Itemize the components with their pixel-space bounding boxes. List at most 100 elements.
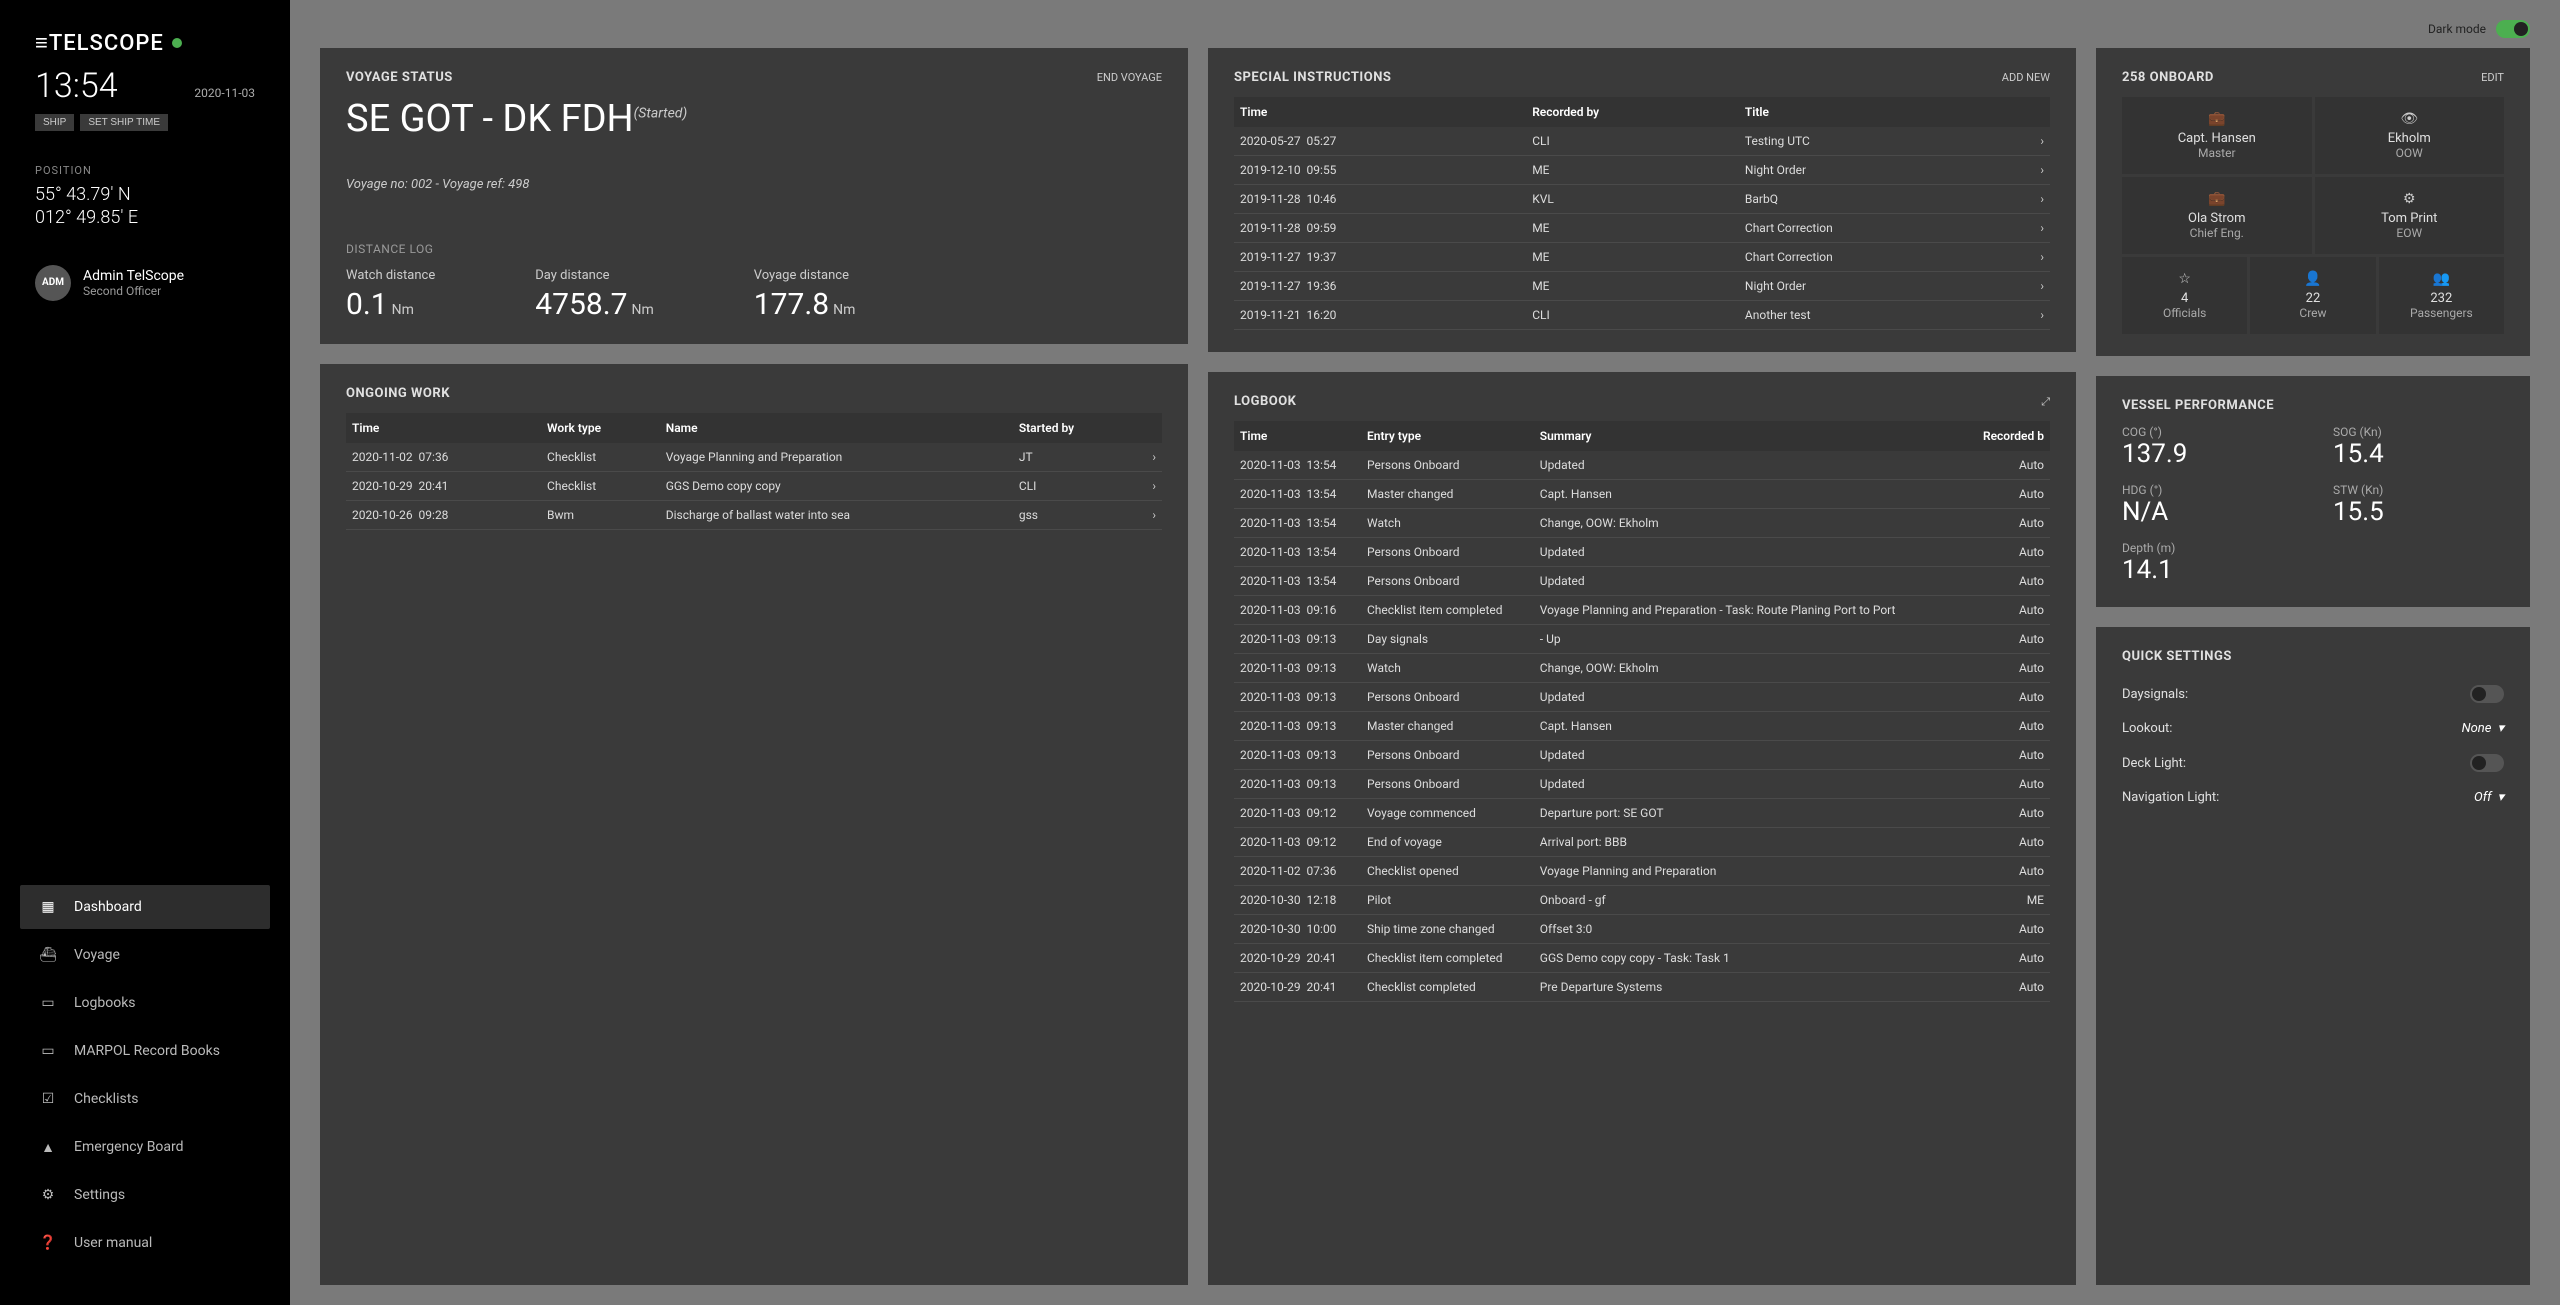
logbook-row[interactable]: 2020-11-03 09:13Persons OnboardUpdatedAu…	[1234, 683, 2050, 712]
logbook-row[interactable]: 2020-11-03 13:54Persons OnboardUpdatedAu…	[1234, 538, 2050, 567]
chevron-right-icon: ›	[2008, 156, 2050, 185]
edit-onboard-button[interactable]: EDIT	[2481, 71, 2504, 84]
set-ship-time-button[interactable]: SET SHIP TIME	[80, 114, 168, 131]
position-lat: 55° 43.79' N	[35, 183, 255, 206]
user-row[interactable]: ADM Admin TelScope Second Officer	[0, 245, 290, 321]
crew-card[interactable]: 👁EkholmOOW	[2315, 97, 2505, 174]
col-by: Recorded by	[1526, 97, 1739, 127]
instruction-row[interactable]: 2019-12-10 09:55MENight Order›	[1234, 156, 2050, 185]
crew-card[interactable]: 💼Ola StromChief Eng.	[2122, 177, 2312, 254]
nav-marpol[interactable]: ▭ MARPOL Record Books	[20, 1029, 270, 1073]
nav-checklists-label: Checklists	[74, 1091, 139, 1107]
nav-manual[interactable]: ❓ User manual	[20, 1221, 270, 1265]
warning-icon: ▲	[38, 1137, 58, 1157]
logbook-row[interactable]: 2020-11-03 13:54WatchChange, OOW: Ekholm…	[1234, 509, 2050, 538]
col-summary: Summary	[1534, 421, 1965, 451]
check-icon: ☑	[38, 1089, 58, 1109]
logbook-row[interactable]: 2020-11-02 07:36Checklist openedVoyage P…	[1234, 857, 2050, 886]
records-icon: ▭	[38, 1041, 58, 1061]
crew-card[interactable]: 💼Capt. HansenMaster	[2122, 97, 2312, 174]
crew-card[interactable]: ⚙Tom PrintEOW	[2315, 177, 2505, 254]
nav-logbooks[interactable]: ▭ Logbooks	[20, 981, 270, 1025]
logbook-row[interactable]: 2020-11-03 09:13Master changedCapt. Hans…	[1234, 712, 2050, 741]
logbook-expand-icon[interactable]: ⤢	[2041, 395, 2050, 409]
logbook-row[interactable]: 2020-11-03 13:54Persons OnboardUpdatedAu…	[1234, 567, 2050, 596]
voyage-route: SE GOT - DK FDH(Started)	[346, 97, 1162, 141]
onboard-panel: 258 ONBOARD EDIT 💼Capt. HansenMaster👁Ekh…	[2096, 48, 2530, 356]
logbook-row[interactable]: 2020-11-03 09:12Voyage commencedDepartur…	[1234, 799, 2050, 828]
brand-logo: ≡TELSCOPE	[0, 30, 290, 66]
ship-button[interactable]: SHIP	[35, 114, 74, 131]
position-label: POSITION	[35, 164, 255, 177]
briefcase-icon: 💼	[2132, 111, 2302, 127]
voyage-status-panel: VOYAGE STATUS END VOYAGE SE GOT - DK FDH…	[320, 48, 1188, 344]
lookout-select[interactable]: None ▾	[2462, 721, 2504, 736]
avatar: ADM	[35, 265, 71, 301]
logbook-row[interactable]: 2020-10-30 12:18PilotOnboard - gfME	[1234, 886, 2050, 915]
count-card: 👤22Crew	[2250, 257, 2375, 334]
chevron-right-icon: ›	[1134, 472, 1162, 501]
ship-icon: ⛴	[38, 945, 58, 965]
performance-panel: VESSEL PERFORMANCE COG (°)137.9SOG (Kn)1…	[2096, 376, 2530, 607]
nav-voyage-label: Voyage	[74, 947, 120, 963]
ongoing-row[interactable]: 2020-10-29 20:41ChecklistGGS Demo copy c…	[346, 472, 1162, 501]
count-card: ☆4Officials	[2122, 257, 2247, 334]
perf-metric: HDG (°)N/A	[2122, 483, 2293, 527]
nav-dashboard[interactable]: ▦ Dashboard	[20, 885, 270, 929]
logbook-row[interactable]: 2020-11-03 09:12End of voyageArrival por…	[1234, 828, 2050, 857]
voyage-status-title: VOYAGE STATUS	[346, 70, 453, 85]
chevron-right-icon: ›	[2008, 214, 2050, 243]
lookout-label: Lookout:	[2122, 721, 2172, 736]
quick-settings-panel: QUICK SETTINGS Daysignals: Lookout: None…	[2096, 627, 2530, 1285]
status-dot-icon	[172, 38, 182, 48]
logbook-row[interactable]: 2020-10-29 20:41Checklist item completed…	[1234, 944, 2050, 973]
logbook-row[interactable]: 2020-11-03 09:13Persons OnboardUpdatedAu…	[1234, 770, 2050, 799]
nav-settings[interactable]: ⚙ Settings	[20, 1173, 270, 1217]
nav-dashboard-label: Dashboard	[74, 899, 142, 915]
logbook-row[interactable]: 2020-11-03 13:54Persons OnboardUpdatedAu…	[1234, 451, 2050, 480]
nav-voyage[interactable]: ⛴ Voyage	[20, 933, 270, 977]
perf-metric: COG (°)137.9	[2122, 425, 2293, 469]
decklight-toggle[interactable]	[2470, 754, 2504, 772]
person-icon: 👤	[2260, 271, 2365, 287]
logbook-row[interactable]: 2020-11-03 09:13WatchChange, OOW: Ekholm…	[1234, 654, 2050, 683]
col-name: Name	[660, 413, 1013, 443]
decklight-label: Deck Light:	[2122, 756, 2186, 771]
col-time: Time	[1234, 421, 1361, 451]
logbook-row[interactable]: 2020-10-30 10:00Ship time zone changedOf…	[1234, 915, 2050, 944]
nav-checklists[interactable]: ☑ Checklists	[20, 1077, 270, 1121]
logbook-row[interactable]: 2020-11-03 09:13Persons OnboardUpdatedAu…	[1234, 741, 2050, 770]
instruction-row[interactable]: 2019-11-27 19:36MENight Order›	[1234, 272, 2050, 301]
instruction-row[interactable]: 2019-11-28 10:46KVLBarbQ›	[1234, 185, 2050, 214]
day-distance: Day distance 4758.7Nm	[535, 268, 653, 322]
dark-mode-toggle[interactable]	[2496, 20, 2530, 38]
logbook-row[interactable]: 2020-10-29 20:41Checklist completedPre D…	[1234, 973, 2050, 1002]
nav-emergency-label: Emergency Board	[74, 1139, 184, 1155]
instructions-panel: SPECIAL INSTRUCTIONS ADD NEW Time Record…	[1208, 48, 2076, 352]
col-type: Work type	[541, 413, 660, 443]
col-type: Entry type	[1361, 421, 1534, 451]
daysignals-toggle[interactable]	[2470, 685, 2504, 703]
chevron-right-icon: ›	[1134, 443, 1162, 472]
ongoing-row[interactable]: 2020-11-02 07:36ChecklistVoyage Planning…	[346, 443, 1162, 472]
col-by: Started by	[1013, 413, 1134, 443]
ongoing-row[interactable]: 2020-10-26 09:28BwmDischarge of ballast …	[346, 501, 1162, 530]
performance-title: VESSEL PERFORMANCE	[2122, 398, 2274, 413]
instruction-row[interactable]: 2019-11-27 19:37MEChart Correction›	[1234, 243, 2050, 272]
logbook-row[interactable]: 2020-11-03 09:13Day signals- UpAuto	[1234, 625, 2050, 654]
ongoing-work-panel: ONGOING WORK Time Work type Name Started…	[320, 364, 1188, 1285]
end-voyage-button[interactable]: END VOYAGE	[1097, 71, 1162, 84]
main: Dark mode VOYAGE STATUS END VOYAGE SE GO…	[290, 0, 2560, 1305]
clock-time: 13:54	[35, 66, 118, 106]
logbook-row[interactable]: 2020-11-03 09:16Checklist item completed…	[1234, 596, 2050, 625]
logbook-row[interactable]: 2020-11-03 13:54Master changedCapt. Hans…	[1234, 480, 2050, 509]
nav-manual-label: User manual	[74, 1235, 152, 1251]
people-icon: 👥	[2389, 271, 2494, 287]
instruction-row[interactable]: 2019-11-21 16:20CLIAnother test›	[1234, 301, 2050, 330]
instruction-row[interactable]: 2019-11-28 09:59MEChart Correction›	[1234, 214, 2050, 243]
navlight-select[interactable]: Off ▾	[2474, 790, 2504, 805]
book-icon: ▭	[38, 993, 58, 1013]
add-instruction-button[interactable]: ADD NEW	[2002, 71, 2050, 84]
instruction-row[interactable]: 2020-05-27 05:27CLITesting UTC›	[1234, 127, 2050, 156]
nav-emergency[interactable]: ▲ Emergency Board	[20, 1125, 270, 1169]
